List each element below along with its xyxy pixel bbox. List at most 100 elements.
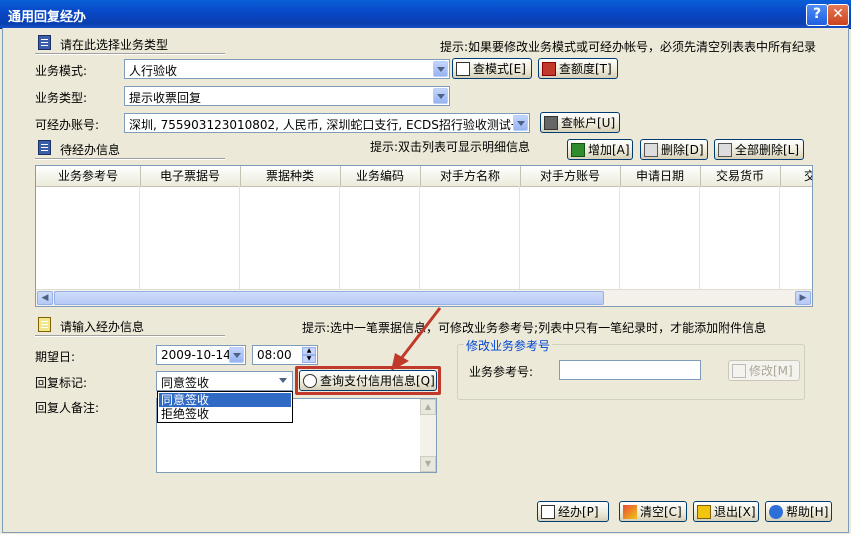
- type-value: 提示收票回复: [129, 91, 202, 105]
- mode-value: 人行验收: [129, 64, 178, 78]
- chevron-down-icon[interactable]: [276, 373, 291, 389]
- delete-button[interactable]: 删除[D]: [640, 139, 708, 160]
- annotation-arrow-icon: [391, 307, 442, 371]
- modify-button[interactable]: 修改[M]: [728, 360, 800, 381]
- eraser-icon: [623, 504, 637, 519]
- account-label: 可经办账号:: [35, 118, 100, 132]
- column-divider: [419, 186, 420, 292]
- column-divider: [699, 186, 700, 292]
- column-header[interactable]: 电子票据号: [140, 166, 241, 186]
- account-icon: [544, 115, 558, 130]
- delete-label: 删除[D]: [661, 143, 704, 157]
- window-title: 通用回复经办: [8, 10, 87, 25]
- exit-button[interactable]: 退出[X]: [693, 501, 759, 522]
- pending-table[interactable]: 业务参考号 电子票据号 票据种类 业务编码 对手方名称 对手方账号 申请日期 交…: [35, 165, 813, 307]
- delete-all-button[interactable]: 全部删除[L]: [714, 139, 804, 160]
- query-amount-label: 查额度[T]: [559, 62, 612, 76]
- title-bar: 通用回复经办 ? ✕: [0, 0, 851, 29]
- column-header[interactable]: 票据种类: [240, 166, 341, 186]
- reply-flag-options[interactable]: 同意签收 拒绝签收: [157, 391, 293, 423]
- account-select[interactable]: 深圳, 755903123010802, 人民币, 深圳蛇口支行, ECDS招行…: [124, 113, 530, 133]
- hint-business-type: 提示:如果要修改业务模式或可经办帐号，必须先清空列表表中所有纪录: [440, 40, 817, 54]
- type-label: 业务类型:: [35, 91, 88, 105]
- close-button[interactable]: ✕: [827, 4, 849, 26]
- scroll-up-icon[interactable]: ▲: [420, 399, 436, 415]
- delete-all-label: 全部删除[L]: [735, 143, 800, 157]
- add-button[interactable]: 增加[A]: [567, 139, 633, 160]
- date-picker[interactable]: 2009-10-14: [156, 345, 246, 365]
- scissors-icon: [718, 142, 732, 157]
- document-icon: [38, 35, 51, 50]
- add-label: 增加[A]: [588, 143, 630, 157]
- column-header[interactable]: 对手方名称: [420, 166, 521, 186]
- add-icon: [571, 142, 585, 157]
- ref-input[interactable]: [559, 360, 701, 380]
- modify-group-title: 修改业务参考号: [464, 337, 553, 354]
- chevron-down-icon[interactable]: [433, 61, 448, 77]
- printer-icon: [541, 504, 555, 519]
- help-icon: [769, 504, 783, 519]
- section-divider: [35, 53, 225, 55]
- time-value: 08:00: [257, 348, 292, 362]
- reply-flag-label: 回复标记:: [35, 376, 88, 390]
- chevron-down-icon[interactable]: [513, 115, 528, 131]
- help-button[interactable]: 帮助[H]: [765, 501, 832, 522]
- scroll-down-icon[interactable]: ▼: [420, 456, 436, 472]
- column-header[interactable]: 交易货币: [700, 166, 781, 186]
- column-divider: [619, 186, 620, 292]
- chevron-down-icon[interactable]: [229, 347, 244, 363]
- section-divider: [35, 335, 225, 337]
- section-input-title: 请输入经办信息: [60, 320, 145, 334]
- ref-label: 业务参考号:: [469, 365, 534, 379]
- query-account-button[interactable]: 查帐户[U]: [540, 112, 620, 133]
- section-pending-title: 待经办信息: [60, 143, 121, 157]
- document-icon: [38, 140, 51, 155]
- query-account-label: 查帐户[U]: [561, 116, 616, 130]
- column-header[interactable]: 对手方账号: [520, 166, 621, 186]
- type-select[interactable]: 提示收票回复: [124, 86, 450, 106]
- column-divider: [519, 186, 520, 292]
- query-mode-label: 查模式[E]: [473, 62, 526, 76]
- mode-select[interactable]: 人行验收: [124, 59, 450, 79]
- query-amount-button[interactable]: 查额度[T]: [538, 58, 618, 79]
- edit-icon: [38, 317, 51, 332]
- spin-down-icon[interactable]: ▼: [302, 355, 316, 363]
- scrollbar-thumb[interactable]: [54, 291, 604, 305]
- column-header[interactable]: 交: [780, 166, 812, 186]
- column-divider: [239, 186, 240, 292]
- date-value: 2009-10-14: [161, 348, 231, 362]
- amount-icon: [542, 61, 556, 76]
- reply-flag-select[interactable]: 同意签收: [156, 371, 293, 391]
- column-header[interactable]: 业务编码: [340, 166, 421, 186]
- reply-flag-value: 同意签收: [161, 376, 210, 390]
- column-header[interactable]: 业务参考号: [36, 166, 141, 186]
- option-reject[interactable]: 拒绝签收: [159, 407, 291, 421]
- spin-up-icon[interactable]: ▲: [302, 347, 316, 355]
- help-title-button[interactable]: ?: [806, 4, 828, 26]
- hint-input: 提示:选中一笔票据信息，可修改业务参考号;列表中只有一笔纪录时，才能添加附件信息: [302, 321, 767, 335]
- chevron-down-icon[interactable]: [433, 88, 448, 104]
- scroll-left-icon[interactable]: ◀: [37, 291, 53, 305]
- table-icon: [456, 61, 470, 76]
- help-label: 帮助[H]: [786, 505, 829, 519]
- process-label: 经办[P]: [558, 505, 599, 519]
- process-button[interactable]: 经办[P]: [537, 501, 609, 522]
- hint-pending: 提示:双击列表可显示明细信息: [370, 140, 531, 154]
- vertical-scrollbar[interactable]: ▲ ▼: [420, 399, 436, 472]
- table-header: 业务参考号 电子票据号 票据种类 业务编码 对手方名称 对手方账号 申请日期 交…: [36, 166, 812, 187]
- scroll-right-icon[interactable]: ▶: [795, 291, 811, 305]
- clear-button[interactable]: 清空[C]: [619, 501, 687, 522]
- edit-icon: [732, 363, 746, 378]
- exit-label: 退出[X]: [714, 505, 756, 519]
- modify-label: 修改[M]: [749, 364, 793, 378]
- mode-label: 业务模式:: [35, 64, 88, 78]
- section-divider: [35, 158, 225, 160]
- column-header[interactable]: 申请日期: [620, 166, 701, 186]
- exit-icon: [697, 504, 711, 519]
- option-agree[interactable]: 同意签收: [159, 393, 291, 407]
- time-spinner[interactable]: 08:00 ▲ ▼: [252, 345, 318, 365]
- horizontal-scrollbar[interactable]: ◀ ▶: [36, 289, 812, 306]
- section-business-type-title: 请在此选择业务类型: [60, 38, 169, 52]
- clear-label: 清空[C]: [640, 505, 682, 519]
- query-mode-button[interactable]: 查模式[E]: [452, 58, 532, 79]
